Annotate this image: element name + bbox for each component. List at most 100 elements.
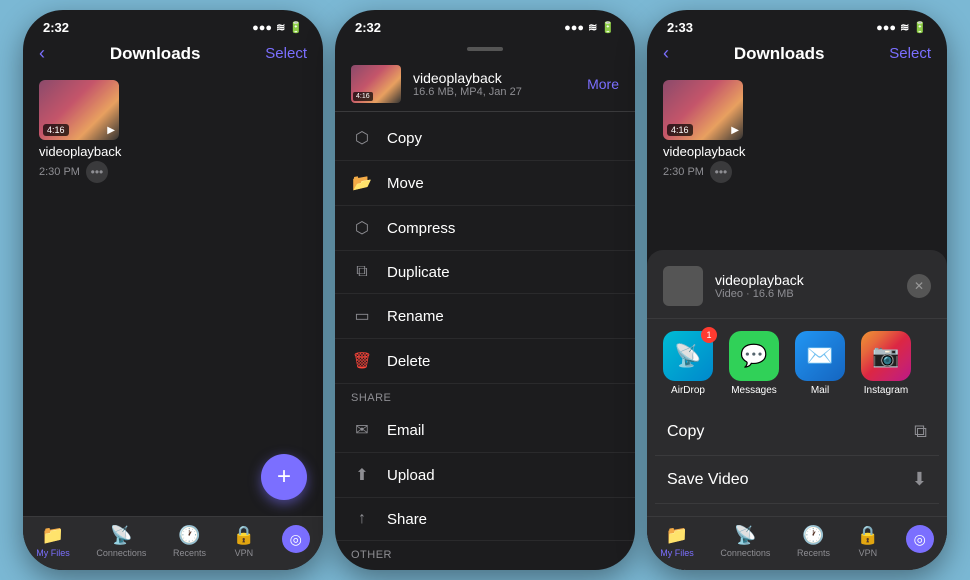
back-button-left[interactable]: ‹	[39, 43, 45, 64]
menu-delete[interactable]: 🗑 Delete	[335, 339, 635, 384]
messages-label: Messages	[731, 385, 777, 396]
airdrop-icon: 📡 1	[663, 331, 713, 381]
recents-icon-right: 🕐	[802, 525, 824, 546]
content-left: 4:16 ▶ videoplayback 2:30 PM •••	[23, 72, 323, 516]
instagram-icon: 📷	[861, 331, 911, 381]
context-duration-badge: 4:16	[353, 92, 373, 101]
tab-my-files-right[interactable]: 📁 My Files	[660, 525, 694, 558]
context-file-meta: 16.6 MB, MP4, Jan 27	[413, 86, 575, 98]
duration-badge-right: 4:16	[667, 124, 693, 136]
select-button-left[interactable]: Select	[265, 45, 307, 62]
menu-color-tag[interactable]: 🏷 Mark With Color Tag	[335, 565, 635, 570]
wifi-right: ≋	[900, 21, 909, 34]
file-item-right[interactable]: 4:16 ▶ videoplayback 2:30 PM •••	[663, 80, 931, 183]
save-video-icon: ⬇	[912, 469, 927, 490]
select-button-right[interactable]: Select	[889, 45, 931, 62]
file-name-left: videoplayback	[39, 144, 121, 159]
duplicate-icon: ⧉	[351, 263, 373, 281]
airdrop-badge: 1	[701, 327, 717, 343]
context-file-name: videoplayback	[413, 70, 575, 86]
status-icons-right: ●●● ≋ 🔋	[876, 21, 927, 34]
file-item-left[interactable]: 4:16 ▶ videoplayback 2:30 PM •••	[39, 80, 307, 183]
delete-label: Delete	[387, 353, 430, 370]
tab-compass-right[interactable]: ◎	[906, 525, 934, 558]
battery-right: 🔋	[913, 21, 927, 34]
tab-vpn-right[interactable]: 🔒 VPN	[857, 525, 879, 558]
status-bar-left: 2:32 ●●● ≋ 🔋	[23, 10, 323, 39]
menu-rename[interactable]: ▭ Rename	[335, 294, 635, 339]
battery-left: 🔋	[289, 21, 303, 34]
app-icon-instagram[interactable]: 📷 Instagram	[861, 331, 911, 396]
tab-recents-right[interactable]: 🕐 Recents	[797, 525, 830, 558]
share-section-label: SHARE	[335, 384, 635, 408]
mail-icon: ✉️	[795, 331, 845, 381]
upload-icon: ⬆	[351, 465, 373, 485]
menu-duplicate[interactable]: ⧉ Duplicate	[335, 251, 635, 294]
tab-connections-left[interactable]: 📡 Connections	[96, 525, 146, 558]
page-title-left: Downloads	[110, 44, 201, 64]
context-file-info: videoplayback 16.6 MB, MP4, Jan 27	[413, 70, 575, 98]
app-icon-mail[interactable]: ✉️ Mail	[795, 331, 845, 396]
app-icon-airdrop[interactable]: 📡 1 AirDrop	[663, 331, 713, 396]
fab-button-left[interactable]: +	[261, 454, 307, 500]
tab-label-cn-right: Connections	[720, 548, 770, 558]
upload-label: Upload	[387, 467, 435, 484]
status-bar-middle: 2:32 ●●● ≋ 🔋	[335, 10, 635, 39]
share-file-header: videoplayback Video · 16.6 MB ✕	[647, 258, 947, 319]
menu-compress[interactable]: ⬡ Compress	[335, 206, 635, 251]
tab-vpn-left[interactable]: 🔒 VPN	[233, 525, 255, 558]
tab-recents-left[interactable]: 🕐 Recents	[173, 525, 206, 558]
tab-label-connections: Connections	[96, 548, 146, 558]
file-thumbnail-right: 4:16 ▶	[663, 80, 743, 140]
copy-icon: ⬡	[351, 128, 373, 148]
menu-share[interactable]: ↑ Share	[335, 498, 635, 541]
tab-my-files-left[interactable]: 📁 My Files	[36, 525, 70, 558]
back-button-right[interactable]: ‹	[663, 43, 669, 64]
move-label: Move	[387, 175, 424, 192]
file-time-right: 2:30 PM	[663, 166, 704, 178]
other-section-label: OTHER	[335, 541, 635, 565]
menu-email[interactable]: ✉ Email	[335, 408, 635, 453]
vpn-icon-right: 🔒	[857, 525, 879, 546]
time-right: 2:33	[667, 20, 693, 35]
folder-icon-left: 📁	[42, 525, 64, 546]
compass-icon-right: ◎	[906, 525, 934, 553]
share-action-save-video[interactable]: Save Video ⬇	[655, 456, 939, 504]
copy-label: Copy	[387, 130, 422, 147]
duration-badge-left: 4:16	[43, 124, 69, 136]
battery-middle: 🔋	[601, 21, 615, 34]
folder-icon-right: 📁	[666, 525, 688, 546]
tab-connections-right[interactable]: 📡 Connections	[720, 525, 770, 558]
menu-upload[interactable]: ⬆ Upload	[335, 453, 635, 498]
phone-middle: 2:32 ●●● ≋ 🔋 4:16 videoplayback 16.6 MB,…	[335, 10, 635, 570]
tab-label-mf-right: My Files	[660, 548, 694, 558]
phone-left: 2:32 ●●● ≋ 🔋 ‹ Downloads Select 4:16 ▶ v…	[23, 10, 323, 570]
menu-move[interactable]: 📂 Move	[335, 161, 635, 206]
context-file-header: 4:16 videoplayback 16.6 MB, MP4, Jan 27 …	[335, 57, 635, 112]
share-file-info: videoplayback Video · 16.6 MB	[715, 272, 895, 300]
tab-compass-left[interactable]: ◎	[282, 525, 310, 558]
play-icon-right: ▶	[731, 125, 739, 136]
play-icon-left: ▶	[107, 125, 115, 136]
airdrop-label: AirDrop	[671, 385, 705, 396]
nav-bar-right: ‹ Downloads Select	[647, 39, 947, 72]
delete-icon: 🗑	[351, 351, 373, 371]
file-time-row-right: 2:30 PM •••	[663, 161, 732, 183]
app-icon-messages[interactable]: 💬 Messages	[729, 331, 779, 396]
save-video-label: Save Video	[667, 471, 749, 489]
drag-handle	[467, 47, 503, 51]
connections-icon-right: 📡	[734, 525, 756, 546]
nav-bar-left: ‹ Downloads Select	[23, 39, 323, 72]
share-icon: ↑	[351, 510, 373, 528]
compress-label: Compress	[387, 220, 455, 237]
share-close-button[interactable]: ✕	[907, 274, 931, 298]
context-more-btn[interactable]: More	[587, 76, 619, 92]
duplicate-label: Duplicate	[387, 264, 450, 281]
file-more-btn-right[interactable]: •••	[710, 161, 732, 183]
file-more-btn-left[interactable]: •••	[86, 161, 108, 183]
share-action-copy[interactable]: Copy ⧉	[655, 408, 939, 456]
tab-label-recents: Recents	[173, 548, 206, 558]
menu-list: ⬡ Copy 📂 Move ⬡ Compress ⧉ Duplicate ▭ R…	[335, 116, 635, 570]
context-thumbnail: 4:16	[351, 65, 401, 103]
menu-copy[interactable]: ⬡ Copy	[335, 116, 635, 161]
